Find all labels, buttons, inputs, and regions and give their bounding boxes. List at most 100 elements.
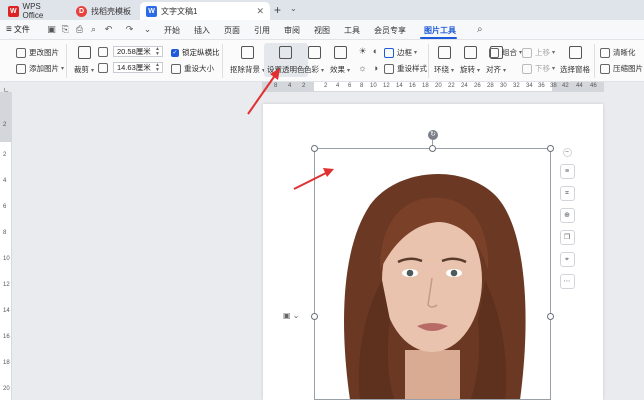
menu-home[interactable]: 开始 [164,25,180,36]
contrast-icon[interactable]: ◐ [370,46,381,57]
scan-icon[interactable]: ⌖ [559,252,575,267]
menu-insert[interactable]: 插入 [194,25,210,36]
sharpen-label: 清晰化 [613,48,636,57]
tab-wps-office[interactable]: W WPS Office [2,2,68,20]
brightness-icon[interactable]: ☀ [357,46,368,57]
reset-size-label: 重设大小 [184,64,214,73]
lock-aspect-checkbox[interactable]: ✓ 锁定纵横比 [171,47,220,58]
reset-size-icon [171,63,181,74]
effects-button[interactable]: 效果 ▾ [330,46,350,75]
ruler-tick: 2 [324,83,328,89]
ruler-tick: 32 [513,83,520,89]
menu-page[interactable]: 页面 [224,25,240,36]
ruler-tick: 6 [3,204,7,210]
menu-review[interactable]: 审阅 [284,25,300,36]
menu-bar: ≡ 文件 ▣ ⎘ ⎙ ⌕ ↶ ↷ ⌄ 开始 插入 页面 引用 审阅 视图 工具 … [0,20,644,40]
menu-picture-tools[interactable]: 图片工具 [424,25,456,36]
layout-icon[interactable]: ≡ [559,164,575,179]
reset-size-button[interactable]: 重设大小 [171,63,214,74]
ruler-tick: 16 [409,83,416,89]
divider [428,44,429,78]
bring-forward-button[interactable]: 上移 ▾ [522,47,555,58]
ruler-tick: 34 [526,83,533,89]
redo-icon[interactable]: ↷ [124,24,135,35]
height-stepper[interactable]: ▲ ▼ [155,63,160,73]
close-tab-icon[interactable]: ✕ [256,6,264,17]
align-label: 对齐 [486,65,501,74]
height-field[interactable]: 14.63厘米 ▲ ▼ [113,62,163,73]
tab-docer[interactable]: D 找稻壳模板 [70,2,138,20]
effects-icon [333,46,347,59]
layout-options-icon[interactable]: ▣ ⌄ [283,311,299,320]
crop-button[interactable]: 裁剪 ▾ [74,46,94,75]
width-stepper[interactable]: ▲ ▼ [155,47,160,57]
color-label: 色彩 [304,65,319,74]
width-field[interactable]: 20.58厘米 ▲ ▼ [113,46,163,57]
export-icon[interactable]: ⎘ [60,24,71,35]
save-icon[interactable]: ▣ [46,24,57,35]
change-picture-icon [16,47,26,58]
sharpen-button[interactable]: 清晰化 [600,47,636,58]
tab-label: 文字文稿1 [161,6,198,16]
rotate-handle-icon[interactable]: ↻ [428,130,438,140]
resize-handle-left[interactable] [311,313,318,320]
ruler-tick: 2 [3,152,7,158]
add-picture-button[interactable]: 添加图片 ▾ [16,63,64,74]
contrast-down-icon[interactable]: ◑ [370,63,381,74]
rotate-button[interactable]: 旋转 ▾ [460,46,480,75]
ruler-tick: 6 [348,83,352,89]
print-icon[interactable]: ⎙ [74,24,85,35]
ruler-tick: 2 [302,83,306,89]
ruler-tick: 36 [538,83,545,89]
crop-quick-icon[interactable]: ⌗ [559,186,575,201]
menu-reference[interactable]: 引用 [254,25,270,36]
checkmark-icon: ✓ [171,48,179,57]
group-icon [489,47,499,58]
compress-picture-icon [600,63,610,74]
search-icon[interactable]: ⌕ [477,24,483,35]
ruler-tick: 26 [474,83,481,89]
reset-style-label: 重设样式 [397,64,427,73]
width-value: 20.58厘米 [117,47,151,56]
selection-pane-button[interactable]: 选择窗格 [560,46,590,75]
wrap-button[interactable]: 环绕 ▾ [434,46,454,75]
menu-tools[interactable]: 工具 [344,25,360,36]
horizontal-ruler[interactable]: 8 4 2 2 4 6 8 10 12 14 16 18 20 22 24 26… [262,82,604,92]
new-tab-icon[interactable]: + [274,3,281,17]
tab-label: 找稻壳模板 [91,6,131,16]
copy-icon[interactable]: ❐ [559,230,575,245]
reset-style-button[interactable]: 重设样式 [384,63,427,74]
file-menu[interactable]: ≡ 文件 [6,24,30,35]
more-icon[interactable]: ⌄ [142,24,153,35]
undo-icon[interactable]: ↶ [103,24,114,35]
send-backward-button[interactable]: 下移 ▾ [522,63,555,74]
resize-handle-top-right[interactable] [547,145,554,152]
resize-handle-top[interactable] [429,145,436,152]
group-button[interactable]: 组合 ▾ [489,47,522,58]
collapse-icon[interactable]: – [562,148,572,157]
chevron-down-icon[interactable]: ⌄ [290,4,297,13]
menu-view[interactable]: 视图 [314,25,330,36]
preview-icon[interactable]: ⌕ [88,24,99,35]
border-button[interactable]: 边框 ▾ [384,47,417,58]
ruler-tick: 14 [396,83,403,89]
sharpen-icon [600,47,610,58]
bring-forward-icon [522,47,532,58]
vertical-ruler[interactable]: 2 2 4 6 8 10 12 14 16 18 20 [0,92,12,400]
zoom-icon[interactable]: ⊕ [559,208,575,223]
image-quick-toolbar: – ≡ ⌗ ⊕ ❐ ⌖ ⋯ [559,148,575,289]
compress-picture-button[interactable]: 压缩图片 [600,63,643,74]
tab-document[interactable]: W 文字文稿1 ✕ [140,2,270,20]
resize-handle-right[interactable] [547,313,554,320]
file-label: 文件 [13,25,30,34]
reset-style-icon [384,63,394,74]
resize-handle-top-left[interactable] [311,145,318,152]
divider [594,44,595,78]
ruler-tick: 10 [370,83,377,89]
brightness-down-icon[interactable]: ☼ [357,63,368,74]
send-backward-label: 下移 [535,64,550,73]
menu-member[interactable]: 会员专享 [374,25,406,36]
change-picture-button[interactable]: 更改图片 [16,47,59,58]
more-options-icon[interactable]: ⋯ [559,274,575,289]
color-button[interactable]: 色彩 ▾ [304,46,324,75]
